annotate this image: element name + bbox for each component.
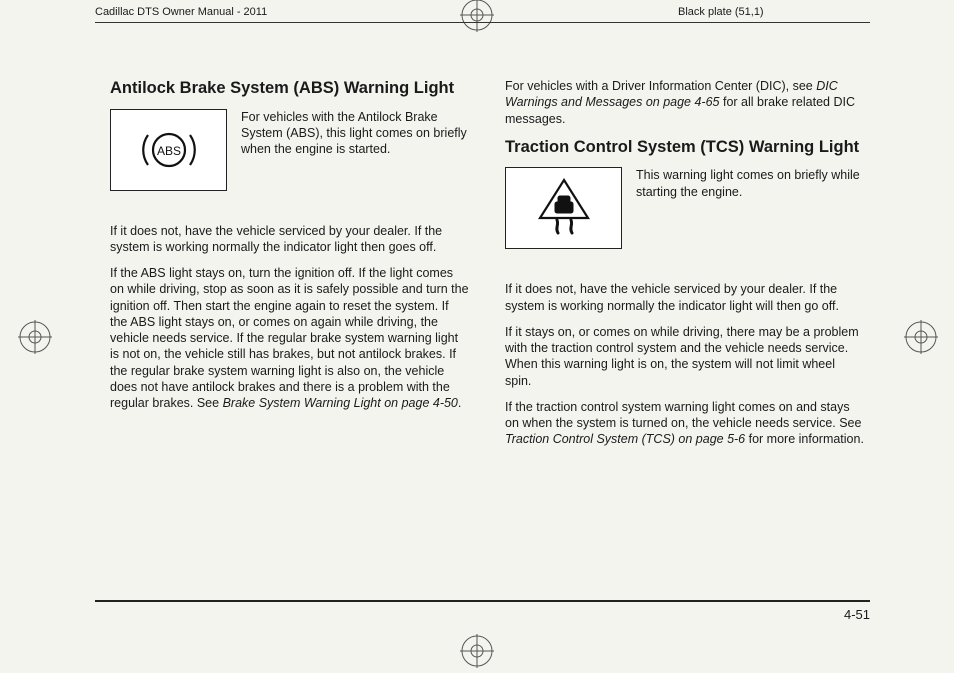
abs-warning-icon: ABS	[110, 109, 227, 191]
abs-icon-label: ABS	[156, 144, 180, 158]
page-number: 4-51	[844, 607, 870, 622]
abs-para-2-text: If the ABS light stays on, turn the igni…	[110, 266, 469, 410]
tcs-para-3: If the traction control system warning l…	[505, 399, 864, 448]
tcs-para-1: If it does not, have the vehicle service…	[505, 281, 864, 314]
abs-para-2-ref: Brake System Warning Light on page 4-50	[223, 396, 458, 410]
abs-icon-caption: For vehicles with the Antilock Brake Sys…	[241, 109, 469, 158]
header-manual-title: Cadillac DTS Owner Manual - 2011	[95, 6, 267, 18]
page-body: Antilock Brake System (ABS) Warning Ligh…	[110, 78, 864, 580]
header-plate-info: Black plate (51,1)	[678, 6, 764, 18]
tcs-para-2: If it stays on, or comes on while drivin…	[505, 324, 864, 389]
abs-para-1: If it does not, have the vehicle service…	[110, 223, 469, 256]
abs-para-2-tail: .	[458, 396, 461, 410]
cropmark-top-icon	[460, 0, 494, 32]
tcs-icon-row: This warning light comes on briefly whil…	[505, 167, 864, 249]
tcs-para-3-text: If the traction control system warning l…	[505, 400, 861, 430]
cropmark-left-icon	[18, 320, 52, 354]
footer-rule	[95, 600, 870, 602]
cropmark-bottom-icon	[460, 634, 494, 668]
dic-para-text: For vehicles with a Driver Information C…	[505, 79, 816, 93]
abs-para-2: If the ABS light stays on, turn the igni…	[110, 265, 469, 411]
tcs-heading: Traction Control System (TCS) Warning Li…	[505, 137, 864, 158]
right-column: For vehicles with a Driver Information C…	[505, 78, 864, 580]
abs-icon-row: ABS For vehicles with the Antilock Brake…	[110, 109, 469, 191]
tcs-warning-icon	[505, 167, 622, 249]
left-column: Antilock Brake System (ABS) Warning Ligh…	[110, 78, 469, 580]
abs-heading: Antilock Brake System (ABS) Warning Ligh…	[110, 78, 469, 99]
header-rule	[95, 22, 870, 23]
dic-para: For vehicles with a Driver Information C…	[505, 78, 864, 127]
tcs-para-3-tail: for more information.	[745, 432, 864, 446]
cropmark-right-icon	[904, 320, 938, 354]
tcs-para-3-ref: Traction Control System (TCS) on page 5-…	[505, 432, 745, 446]
tcs-icon-caption: This warning light comes on briefly whil…	[636, 167, 864, 200]
